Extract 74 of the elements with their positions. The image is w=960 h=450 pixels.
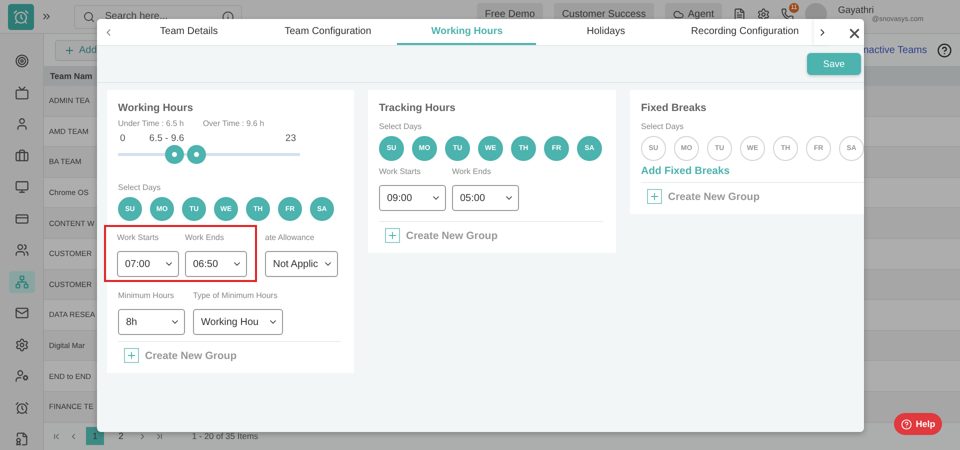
plus-icon — [64, 44, 75, 56]
page-button[interactable]: 1 — [86, 427, 104, 446]
clock-icon — [13, 8, 29, 24]
plus-icon — [647, 189, 662, 204]
sidebar-icon — [14, 212, 28, 226]
next-page-icon[interactable] — [138, 432, 147, 441]
user-name: Gayathri — [838, 5, 874, 16]
dropdown[interactable]: 07:00 — [117, 251, 179, 277]
add-fixed-breaks-link[interactable]: Add Fixed Breaks — [641, 165, 864, 177]
sidebar-icon — [14, 306, 28, 320]
sidebar-icon — [14, 148, 28, 162]
sidebar-icon — [14, 338, 28, 352]
page-button[interactable]: 2 — [112, 427, 130, 446]
slider-max-label: 23 — [285, 133, 296, 144]
card-title: Fixed Breaks — [641, 102, 708, 114]
dropdown-value: 06:50 — [193, 258, 218, 270]
dropdown-value: Working Hou — [201, 316, 259, 328]
dropdown-value: 09:00 — [387, 192, 412, 204]
settings-icon[interactable] — [757, 8, 770, 20]
under-time-label: Under Time : 6.5 h — [118, 119, 184, 128]
select-days-label: Select Days — [379, 122, 423, 131]
slider-thumb[interactable] — [187, 145, 206, 164]
first-page-icon[interactable] — [52, 432, 61, 441]
plus-icon — [385, 228, 400, 243]
dropdown-value: 07:00 — [125, 258, 150, 270]
sidebar-icon — [14, 432, 28, 446]
sidebar-icon — [14, 274, 28, 288]
cloud-icon — [672, 8, 684, 20]
dropdown[interactable]: Working Hou — [193, 309, 283, 335]
dropdown[interactable]: 8h — [118, 309, 185, 335]
slider-min-label: 0 — [120, 133, 126, 144]
over-time-label: Over Time : 9.6 h — [202, 119, 264, 128]
select-days-label: Select Days — [118, 183, 162, 192]
card-title: Working Hours — [118, 102, 194, 114]
help-icon[interactable] — [937, 42, 952, 58]
create-group-button[interactable]: Create New Group — [641, 183, 864, 204]
slider-thumb[interactable] — [165, 145, 184, 164]
save-button[interactable]: Save — [807, 53, 861, 75]
dropdown-value: 05:00 — [460, 192, 486, 204]
dropdown[interactable]: 06:50 — [185, 251, 247, 277]
sidebar-icon — [14, 369, 28, 383]
create-group-button[interactable]: Create New Group — [379, 222, 603, 243]
sidebar-icon — [14, 180, 28, 194]
sidebar-icon — [14, 243, 28, 257]
search-icon[interactable] — [83, 10, 95, 22]
tab[interactable]: Working Hours — [397, 19, 536, 45]
sidebar-icon — [14, 86, 28, 100]
sidebar-icon — [14, 117, 28, 131]
help-icon — [900, 418, 912, 430]
last-page-icon[interactable] — [155, 432, 164, 441]
select-days-label: Select Days — [641, 122, 685, 131]
dropdown-value: Not Applic — [273, 258, 318, 270]
sidebar-icon — [14, 400, 28, 414]
pagination-summary: 1 - 20 of 35 Items — [192, 431, 258, 442]
sidebar-icon — [14, 54, 28, 68]
range-slider[interactable] — [118, 145, 300, 164]
phone-icon[interactable] — [781, 8, 794, 20]
field-label: Type of Minimum Hours — [193, 290, 278, 302]
field-label: Work Ends — [452, 166, 492, 178]
dropdown[interactable]: 09:00 — [379, 185, 446, 211]
tab[interactable]: Team Configuration — [258, 19, 398, 45]
previous-page-icon[interactable] — [69, 432, 78, 441]
create-group-button[interactable]: Create New Group — [118, 342, 341, 363]
slider-range-label: 6.5 - 9.6 — [149, 133, 184, 144]
dropdown-value: 8h — [126, 316, 138, 328]
field-label: Minimum Hours — [118, 290, 174, 302]
document-icon[interactable] — [733, 8, 746, 20]
expand-icon[interactable] — [41, 11, 52, 22]
dropdown[interactable]: Not Applic — [265, 251, 338, 277]
card-title: Tracking Hours — [379, 102, 456, 114]
help-button[interactable]: Help — [894, 413, 942, 435]
field-label: Work Starts — [379, 166, 422, 178]
dropdown[interactable]: 05:00 — [452, 185, 519, 211]
plus-icon — [124, 348, 139, 363]
